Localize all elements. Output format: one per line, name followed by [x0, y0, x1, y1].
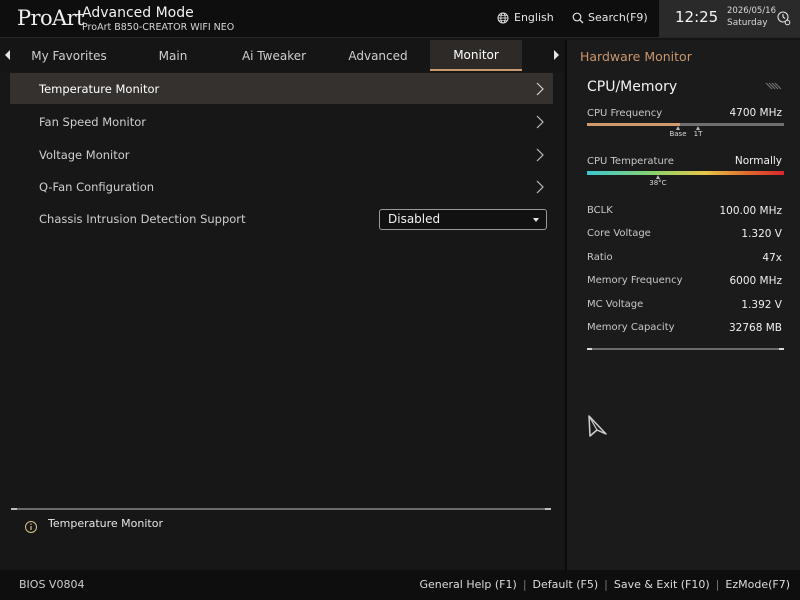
help-text: Temperature Monitor — [48, 517, 163, 530]
base-marker-label: Base — [669, 130, 687, 138]
separator: | — [604, 578, 608, 591]
clock: 12:25 2026/05/16 Saturday — [659, 0, 800, 37]
chevron-right-icon — [536, 115, 544, 129]
memory-capacity-bar — [587, 348, 784, 350]
select-value: Disabled — [388, 212, 441, 226]
save-exit-button[interactable]: Save & Exit (F10) — [614, 578, 710, 591]
clock-date: 2026/05/16 — [727, 6, 776, 16]
core-voltage-label: Core Voltage — [587, 228, 651, 239]
footer-actions: General Help (F1) | Default (F5) | Save … — [419, 578, 790, 591]
hardware-monitor-panel: Hardware Monitor CPU/Memory CPU Frequenc… — [565, 40, 800, 570]
ratio-value: 47x — [762, 252, 782, 264]
chassis-intrusion-select[interactable]: Disabled — [379, 209, 547, 230]
tab-monitor[interactable]: Monitor — [430, 40, 522, 71]
cpu-frequency-label: CPU Frequency — [587, 108, 663, 119]
search-label: Search(F9) — [588, 11, 648, 24]
chevron-right-icon — [536, 82, 544, 96]
tab-advanced[interactable]: Advanced — [328, 40, 428, 71]
temperature-marker: 38°C — [648, 175, 668, 187]
cpu-temperature-value: Normally — [734, 155, 782, 167]
setting-label: Chassis Intrusion Detection Support — [39, 211, 246, 226]
menu-item-fan-speed-monitor[interactable]: Fan Speed Monitor — [10, 106, 553, 137]
1t-marker: 1T — [691, 126, 705, 138]
caret-down-icon — [533, 218, 539, 222]
chevron-right-icon — [536, 180, 544, 194]
bclk-value: 100.00 MHz — [719, 205, 782, 217]
chevron-right-icon — [536, 148, 544, 162]
language-label: English — [514, 11, 554, 24]
menu-item-label: Fan Speed Monitor — [39, 114, 146, 129]
mc-voltage-label: MC Voltage — [587, 299, 644, 310]
cpu-frequency-fill — [587, 123, 680, 126]
cpu-frequency-value: 4700 MHz — [729, 107, 782, 119]
menu-item-label: Voltage Monitor — [39, 147, 130, 162]
mc-voltage-value: 1.392 V — [741, 299, 782, 311]
cpu-memory-heading: CPU/Memory — [587, 79, 678, 95]
help-divider — [11, 508, 551, 510]
cpu-temperature-label: CPU Temperature — [587, 156, 674, 167]
bclk-label: BCLK — [587, 205, 613, 216]
cpu-temperature-bar — [587, 171, 784, 175]
mouse-cursor-icon — [588, 415, 607, 437]
tab-main[interactable]: Main — [126, 40, 220, 71]
search-icon — [572, 12, 584, 23]
globe-icon — [497, 12, 509, 23]
board-name: ProArt B850-CREATOR WIFI NEO — [82, 22, 235, 33]
separator: | — [522, 578, 527, 591]
memory-capacity-value: 32768 MB — [728, 322, 782, 334]
menu-item-label: Temperature Monitor — [39, 81, 160, 96]
ratio-label: Ratio — [587, 252, 613, 263]
search-button[interactable]: Search(F9) — [572, 11, 648, 24]
base-marker: Base — [668, 126, 688, 138]
temperature-marker-label: 38°C — [649, 179, 667, 187]
menu-item-q-fan-configuration[interactable]: Q-Fan Configuration — [10, 171, 553, 202]
clock-day: Saturday — [727, 18, 768, 28]
mode-title: Advanced Mode — [82, 5, 194, 21]
menu-item-label: Q-Fan Configuration — [39, 179, 155, 194]
bios-version: BIOS V0804 — [19, 578, 85, 591]
top-bar: ProArt Advanced Mode ProArt B850-CREATOR… — [0, 0, 800, 38]
memory-frequency-label: Memory Frequency — [587, 275, 683, 286]
menu-item-voltage-monitor[interactable]: Voltage Monitor — [10, 139, 553, 170]
memory-capacity-label: Memory Capacity — [587, 322, 675, 333]
tab-ai-tweaker[interactable]: Ai Tweaker — [222, 40, 326, 71]
menu-item-temperature-monitor[interactable]: Temperature Monitor — [10, 73, 553, 104]
clock-settings-icon[interactable] — [777, 10, 791, 26]
1t-marker-label: 1T — [693, 130, 703, 138]
language-button[interactable]: English — [497, 11, 554, 24]
memory-frequency-value: 6000 MHz — [729, 275, 782, 287]
ezmode-button[interactable]: EzMode(F7) — [725, 578, 790, 591]
separator: | — [715, 578, 720, 591]
proart-logo: ProArt — [17, 6, 84, 30]
core-voltage-value: 1.320 V — [741, 228, 782, 240]
hardware-monitor-title: Hardware Monitor — [580, 49, 692, 64]
tab-my-favorites[interactable]: My Favorites — [14, 40, 124, 71]
tab-bar: My Favorites Main Ai Tweaker Advanced Mo… — [0, 40, 563, 71]
tab-scroll-right-icon[interactable] — [551, 49, 561, 61]
tab-scroll-left-icon[interactable] — [3, 49, 13, 61]
default-button[interactable]: Default (F5) — [533, 578, 599, 591]
general-help-button[interactable]: General Help (F1) — [419, 578, 516, 591]
footer: BIOS V0804 General Help (F1) | Default (… — [0, 570, 800, 600]
hatch-decoration-icon — [765, 82, 781, 90]
main-panel: Temperature Monitor Fan Speed Monitor Vo… — [0, 71, 563, 570]
clock-time: 12:25 — [675, 8, 719, 26]
info-icon — [25, 521, 37, 533]
